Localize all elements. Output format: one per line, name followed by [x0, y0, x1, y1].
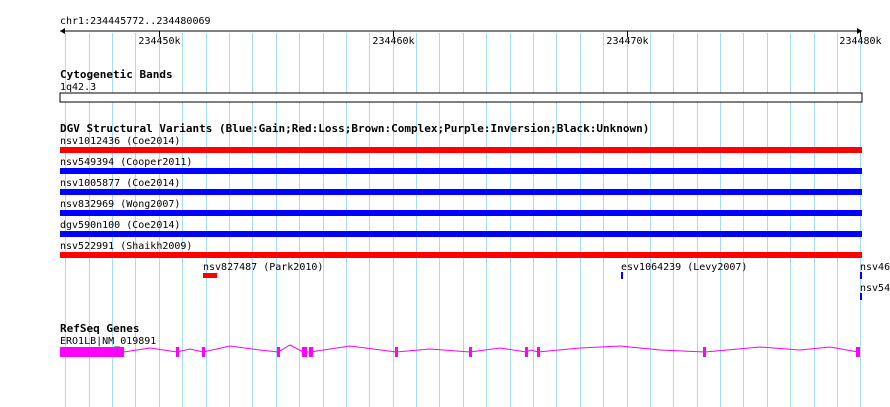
dgv-variant-label: nsv827487 (Park2010) [203, 262, 323, 273]
gene-exon [277, 347, 280, 357]
dgv-variant-bar[interactable] [860, 293, 862, 300]
dgv-variant-bar[interactable] [203, 273, 217, 278]
gene-exon [202, 347, 205, 357]
dgv-variant-bar[interactable] [60, 168, 862, 174]
gene-exon [302, 347, 307, 357]
dgv-small-variants[interactable]: nsv827487 (Park2010) esv1064239 (Levy200… [203, 262, 890, 300]
cytoband-label: 1q42.3 [60, 82, 96, 93]
gene-exon [176, 347, 179, 357]
ruler-arrow-left [60, 28, 65, 34]
gene-exon [469, 347, 472, 357]
ruler-tick-label: 234480k [839, 36, 881, 47]
dgv-variant-bar[interactable] [60, 231, 862, 237]
dgv-variant-bar[interactable] [60, 147, 862, 153]
dgv-full-variants[interactable]: nsv1012436 (Coe2014) nsv549394 (Cooper201… [60, 136, 862, 258]
locus-label: chr1:234445772..234480069 [60, 16, 211, 27]
refseq-title: RefSeq Genes [60, 322, 139, 335]
dgv-variant-bar[interactable] [621, 272, 623, 279]
dgv-variant[interactable]: nsv549394 (Cooper2011) [60, 157, 862, 174]
ruler-tick-label: 234460k [372, 36, 414, 47]
gene-exon [537, 347, 540, 357]
cytoband-bar[interactable] [59, 92, 863, 103]
gene-intron-line [123, 344, 859, 353]
dgv-variant[interactable]: esv1064239 (Levy2007) [621, 262, 747, 279]
cytoband-title: Cytogenetic Bands [60, 68, 173, 81]
ruler[interactable]: chr1:234445772..234480069 234450k 234460k… [60, 16, 882, 47]
dgv-variant-bar[interactable] [860, 272, 862, 279]
gene-exon [60, 347, 124, 357]
ruler-arrow-right [857, 28, 862, 34]
gene-label: ERO1LB|NM_019891 [60, 336, 156, 347]
dgv-variant-label: nsv54 [860, 283, 890, 294]
dgv-variant-label: nsv522991 (Shaikh2009) [60, 241, 192, 252]
grid-lines [65, 33, 861, 407]
dgv-variant[interactable]: nsv1012436 (Coe2014) [60, 136, 862, 153]
gene-exon [395, 347, 398, 357]
dgv-variant[interactable]: nsv54 [860, 283, 890, 300]
dgv-variant-label: nsv1005877 (Coe2014) [60, 178, 180, 189]
dgv-variant[interactable]: nsv827487 (Park2010) [203, 262, 323, 278]
genome-browser-view: chr1:234445772..234480069 234450k 234460k… [59, 16, 890, 407]
dgv-variant-bar[interactable] [60, 252, 862, 258]
ruler-tick-label: 234470k [606, 36, 648, 47]
dgv-variant-label: nsv1012436 (Coe2014) [60, 136, 180, 147]
dgv-title: DGV Structural Variants (Blue:Gain;Red:L… [60, 122, 649, 135]
gene-exon [856, 347, 860, 357]
dgv-variant-label: nsv46 [860, 262, 890, 273]
dgv-variant-label: esv1064239 (Levy2007) [621, 262, 747, 273]
dgv-track[interactable]: DGV Structural Variants (Blue:Gain;Red:L… [60, 122, 890, 300]
gene-exon [525, 347, 528, 357]
refseq-track[interactable]: RefSeq Genes ERO1LB|NM_019891 [60, 322, 860, 357]
dgv-variant-label: nsv549394 (Cooper2011) [60, 157, 192, 168]
gene-model-ero1lb[interactable] [60, 344, 860, 357]
dgv-variant[interactable]: dgv590n100 (Coe2014) [60, 220, 862, 237]
dgv-variant[interactable]: nsv832969 (Wong2007) [60, 199, 862, 216]
dgv-variant[interactable]: nsv522991 (Shaikh2009) [60, 241, 862, 258]
dgv-variant[interactable]: nsv1005877 (Coe2014) [60, 178, 862, 195]
dgv-variant-label: nsv832969 (Wong2007) [60, 199, 180, 210]
dgv-variant[interactable]: nsv46 [860, 262, 890, 279]
gene-exon [309, 347, 313, 357]
ruler-tick-label: 234450k [138, 36, 180, 47]
dgv-variant-label: dgv590n100 (Coe2014) [60, 220, 180, 231]
gene-exon [703, 347, 706, 357]
cytoband-track[interactable]: Cytogenetic Bands 1q42.3 [59, 68, 863, 103]
dgv-variant-bar[interactable] [60, 210, 862, 216]
dgv-variant-bar[interactable] [60, 189, 862, 195]
